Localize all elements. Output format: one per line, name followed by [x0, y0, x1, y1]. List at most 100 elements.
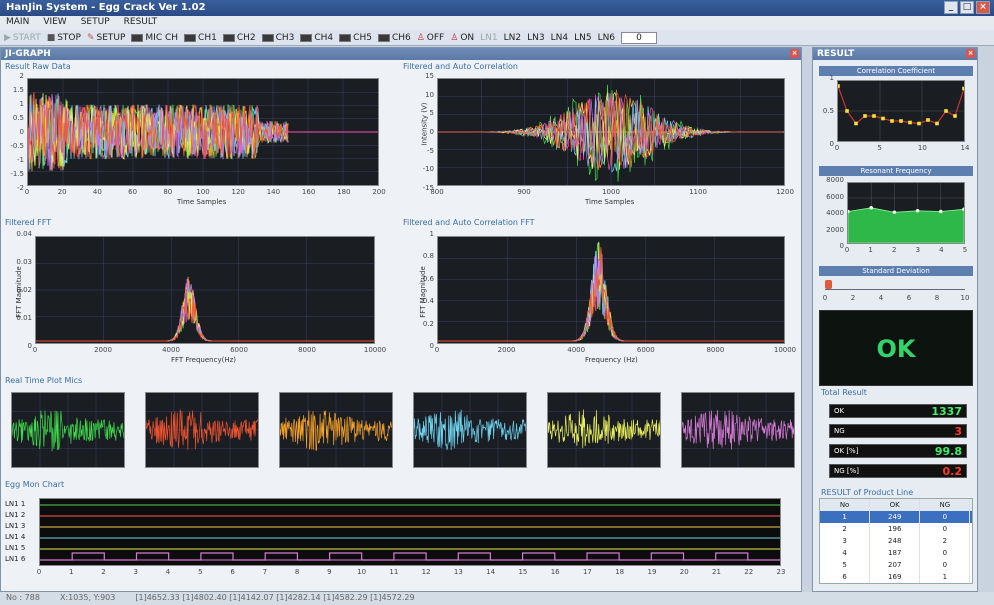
res-area — [848, 207, 964, 243]
std-slider[interactable] — [825, 280, 965, 290]
ln6-button[interactable]: LN6 — [598, 33, 615, 43]
axis-tick-label: 8 — [294, 568, 300, 576]
menu-view[interactable]: VIEW — [43, 17, 66, 29]
channel-icon — [184, 33, 197, 42]
ch-label: CH4 — [314, 32, 334, 43]
table-row[interactable]: 2 196 0 — [820, 523, 972, 535]
res-point — [915, 208, 920, 213]
axis-tick-label: 21 — [712, 568, 721, 576]
axis-tick-label: 8000 — [298, 346, 316, 354]
corr-xticks: 0 5 10 14 — [835, 144, 970, 154]
on-button[interactable]: ♙ ON — [450, 33, 474, 43]
axis-tick-label: 1 — [69, 568, 74, 576]
table-row[interactable]: 3 248 2 — [820, 535, 972, 547]
table-row[interactable]: 4 187 0 — [820, 547, 972, 559]
stat-row: NG [%] 0.2 — [829, 464, 967, 478]
table-row[interactable]: 1 249 0 — [820, 511, 972, 523]
axis-tick-label: 0 — [822, 294, 828, 302]
egg-line-label: LN1 4 — [5, 533, 26, 541]
std-slider-thumb[interactable] — [825, 280, 832, 289]
ch-label: CH5 — [353, 32, 372, 43]
axis-tick-label: 0 — [829, 140, 834, 148]
counter-field[interactable]: 0 — [621, 31, 658, 44]
column-header[interactable]: No — [820, 499, 871, 511]
ch1-toggle[interactable]: CH1 — [184, 33, 217, 43]
axis-tick-label: 0.04 — [16, 230, 32, 238]
minimize-button[interactable]: _ — [944, 1, 958, 14]
play-icon: ▶ — [4, 32, 11, 43]
menu-result[interactable]: RESULT — [124, 17, 158, 29]
table-cell: 2 — [820, 523, 871, 535]
res-svg — [848, 183, 964, 243]
ln3-button[interactable]: LN3 — [527, 33, 544, 43]
res-point — [869, 205, 873, 210]
ch2-toggle[interactable]: CH2 — [222, 33, 256, 43]
axis-tick-label: 4000 — [567, 346, 586, 354]
corr-series-line — [838, 85, 964, 125]
title-bar: HanJin System - Egg Crack Ver 1.02 _ □ × — [0, 0, 994, 16]
close-icon[interactable]: × — [790, 49, 799, 58]
egg-mon-title: Egg Mon Chart — [5, 480, 65, 489]
axis-tick-label: 4 — [165, 568, 171, 576]
ch3-toggle[interactable]: CH3 — [261, 33, 294, 43]
setup-button[interactable]: ✎ SETUP — [87, 33, 125, 43]
menu-main[interactable]: MAIN — [6, 17, 29, 29]
ch4-toggle[interactable]: CH4 — [300, 33, 333, 43]
table-row[interactable]: 5 207 0 — [820, 559, 972, 571]
axis-tick-label: 22 — [744, 568, 754, 576]
ln2-button[interactable]: LN2 — [504, 33, 521, 43]
raw-data-title: Result Raw Data — [5, 62, 71, 71]
fft-title: Filtered FFT — [5, 218, 52, 227]
mic-svg — [548, 393, 660, 467]
axis-tick-label: 120 — [231, 188, 245, 196]
ch6-toggle[interactable]: CH6 — [377, 32, 411, 43]
ln1-button[interactable]: LN1 — [480, 33, 497, 43]
mic-svg — [414, 393, 526, 467]
stop-button[interactable]: ■ STOP — [47, 33, 81, 43]
maximize-button[interactable]: □ — [960, 1, 974, 14]
stat-row: OK 1337 — [829, 404, 967, 418]
fft-series-line — [36, 290, 374, 342]
ln4-button[interactable]: LN4 — [551, 33, 568, 43]
column-header[interactable]: NG — [920, 499, 971, 511]
close-icon[interactable]: × — [966, 49, 975, 58]
mic-icon — [131, 33, 144, 42]
std-ticks: 0 2 4 6 8 10 — [822, 294, 970, 304]
axis-tick-label: 0 — [36, 568, 42, 576]
raw-data-plot — [27, 78, 379, 186]
autocorr-svg — [438, 79, 784, 185]
ch5-toggle[interactable]: CH5 — [339, 33, 372, 43]
axis-tick-label: 2 — [850, 294, 856, 302]
fft-series-line — [36, 276, 374, 342]
table-row[interactable]: 6 169 1 — [820, 571, 972, 583]
axis-tick-label: 4 — [939, 246, 944, 254]
menu-setup[interactable]: SETUP — [81, 17, 110, 29]
axis-tick-label: 10 — [357, 568, 367, 576]
axis-tick-label: 4000 — [826, 209, 844, 217]
axis-tick-label: 2 — [19, 72, 24, 80]
ch-label: CH6 — [391, 32, 411, 43]
channel-icon — [339, 33, 352, 42]
autocorr-fft-svg — [438, 237, 784, 343]
start-label: START — [12, 32, 41, 43]
start-button[interactable]: ▶ START — [4, 33, 41, 43]
mic-ch-button[interactable]: MIC CH — [131, 33, 178, 43]
ln5-button[interactable]: LN5 — [574, 33, 591, 43]
column-header[interactable]: OK — [870, 499, 921, 511]
egg-mon-line-labels: LN1 1 LN1 2 LN1 3 LN1 4 LN1 5 LN1 6 — [5, 498, 39, 566]
axis-tick-label: 60 — [128, 188, 138, 196]
autocorr-xticks: 800 900 1000 1100 1200 — [430, 188, 794, 198]
channel-icon — [222, 33, 235, 42]
axis-tick-label: 5 — [429, 109, 434, 118]
axis-tick-label: 14 — [960, 144, 970, 152]
axis-tick-label: 6000 — [636, 346, 655, 354]
egg-mon-xticks: 0 1 2 3 4 5 6 7 8 9 10 11 12 13 14 15 16 17 18 19 20 21 22 23 — [36, 568, 786, 578]
close-button[interactable]: × — [976, 1, 990, 14]
table-cell: 0 — [920, 523, 971, 535]
table-cell: 5 — [820, 559, 871, 571]
off-button[interactable]: ♙ OFF — [417, 33, 445, 43]
axis-tick-label: 2 — [101, 568, 106, 576]
axis-tick-label: 8000 — [706, 346, 725, 354]
axis-tick-label: 0 — [24, 188, 30, 196]
corr-point — [962, 86, 964, 91]
